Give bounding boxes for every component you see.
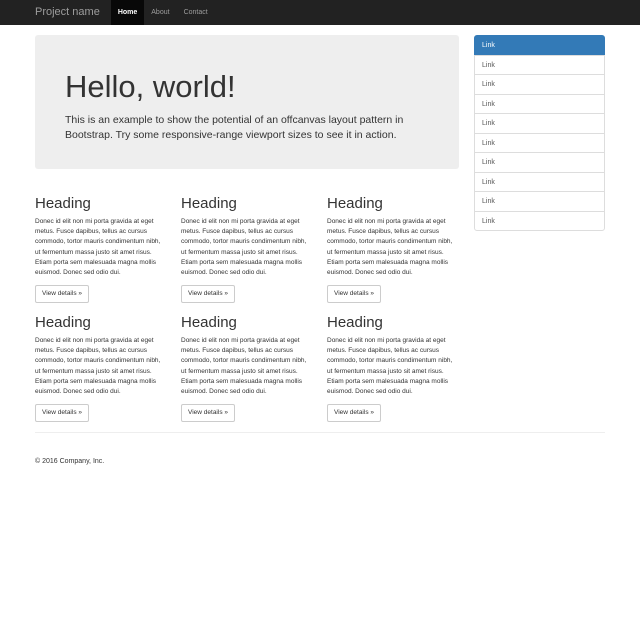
card-text: Donec id elit non mi porta gravida at eg…	[35, 218, 161, 277]
sidebar-link[interactable]: Link	[474, 35, 605, 56]
sidebar-link[interactable]: Link	[474, 93, 605, 114]
card-heading: Heading	[327, 195, 383, 212]
view-details-button[interactable]: View details »	[35, 404, 89, 423]
sidebar-link[interactable]: Link	[474, 191, 605, 212]
jumbotron: Hello, world! This is an example to show…	[35, 35, 459, 169]
card: Heading Donec id elit non mi porta gravi…	[35, 195, 167, 304]
card: Heading Donec id elit non mi porta gravi…	[327, 314, 459, 423]
card-heading: Heading	[181, 195, 237, 212]
jumbotron-text: This is an example to show the potential…	[65, 114, 404, 141]
main-content: Hello, world! This is an example to show…	[35, 35, 459, 423]
view-details-button[interactable]: View details »	[327, 404, 381, 423]
card-text: Donec id elit non mi porta gravida at eg…	[35, 337, 161, 396]
card: Heading Donec id elit non mi porta gravi…	[35, 314, 167, 423]
card: Heading Donec id elit non mi porta gravi…	[181, 314, 313, 423]
card-text: Donec id elit non mi porta gravida at eg…	[181, 337, 307, 396]
footer-divider	[35, 432, 605, 433]
sidebar: Link Link Link Link Link Link Link Link …	[474, 35, 605, 231]
card-heading: Heading	[35, 195, 91, 212]
card-heading: Heading	[181, 314, 237, 331]
navbar: Project name Home About Contact	[0, 0, 640, 25]
sidebar-link[interactable]: Link	[474, 210, 605, 231]
nav-link-home[interactable]: Home	[110, 0, 145, 25]
card: Heading Donec id elit non mi porta gravi…	[181, 195, 313, 304]
card-text: Donec id elit non mi porta gravida at eg…	[327, 337, 453, 396]
sidebar-link[interactable]: Link	[474, 113, 605, 134]
card-heading: Heading	[35, 314, 91, 331]
sidebar-link[interactable]: Link	[474, 152, 605, 173]
view-details-button[interactable]: View details »	[35, 285, 89, 304]
view-details-button[interactable]: View details »	[181, 404, 235, 423]
card-heading: Heading	[327, 314, 383, 331]
view-details-button[interactable]: View details »	[327, 285, 381, 304]
sidebar-link[interactable]: Link	[474, 74, 605, 95]
sidebar-link[interactable]: Link	[474, 171, 605, 192]
card-text: Donec id elit non mi porta gravida at eg…	[181, 218, 307, 277]
sidebar-link[interactable]: Link	[474, 132, 605, 153]
nav-link-about[interactable]: About	[144, 0, 176, 25]
view-details-button[interactable]: View details »	[181, 285, 235, 304]
card: Heading Donec id elit non mi porta gravi…	[327, 195, 459, 304]
jumbotron-title: Hello, world!	[65, 69, 236, 104]
nav-link-contact[interactable]: Contact	[177, 0, 215, 25]
sidebar-link[interactable]: Link	[474, 54, 605, 75]
brand-link[interactable]: Project name	[24, 0, 111, 25]
card-text: Donec id elit non mi porta gravida at eg…	[327, 218, 453, 277]
footer-text: © 2016 Company, Inc.	[35, 458, 105, 465]
